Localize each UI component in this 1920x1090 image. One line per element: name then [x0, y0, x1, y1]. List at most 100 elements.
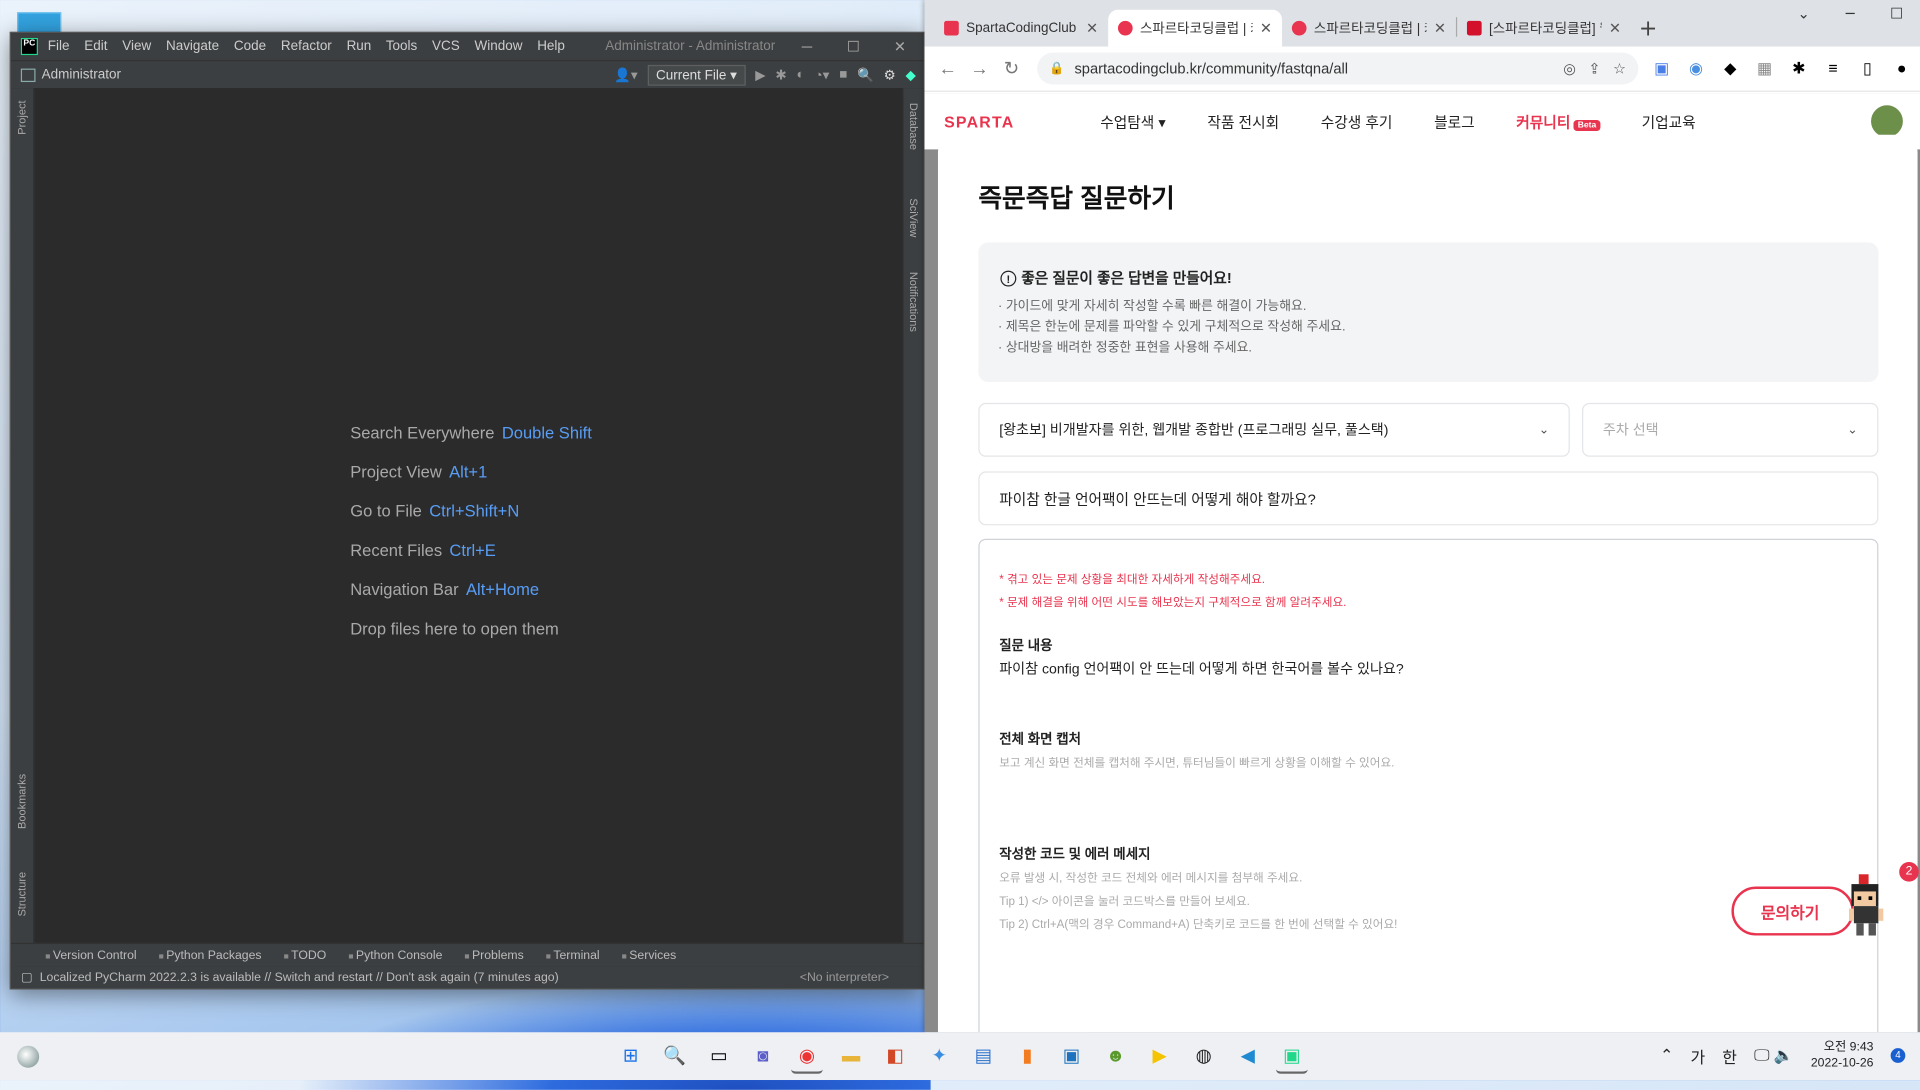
app-blue-icon[interactable]: ✦ [923, 1040, 955, 1072]
menu-run[interactable]: Run [347, 39, 372, 54]
tab-3[interactable]: 스파르타코딩클럽 | 커뮤 ✕ [1282, 10, 1456, 47]
menu-window[interactable]: Window [475, 39, 523, 54]
week-select[interactable]: 주차 선택 ⌄ [1582, 402, 1879, 457]
chevron-up-icon[interactable]: ⌃ [1660, 1046, 1673, 1066]
url-text[interactable]: spartacodingclub.kr/community/fastqna/al… [1074, 60, 1348, 77]
avatar[interactable] [1871, 105, 1903, 138]
settings-gear-icon[interactable]: ⚙ [884, 67, 896, 83]
nav-showcase[interactable]: 작품 전시회 [1207, 111, 1279, 132]
tool-services[interactable]: Services [622, 948, 676, 961]
vscode-icon[interactable]: ◀ [1232, 1040, 1264, 1072]
menu-code[interactable]: Code [234, 39, 266, 54]
tab-search-icon[interactable]: ⌄ [1780, 5, 1827, 22]
menu-navigate[interactable]: Navigate [166, 39, 219, 54]
ime-mode[interactable]: 가 [1690, 1044, 1705, 1067]
editor-area[interactable]: Project Bookmarks Structure Database Sci… [11, 88, 924, 945]
pycharm-icon[interactable]: ▣ [1275, 1040, 1308, 1074]
menu-view[interactable]: View [122, 39, 151, 54]
tool-python-console[interactable]: Python Console [348, 948, 442, 961]
app-kakao-icon[interactable]: ▣ [1056, 1040, 1088, 1072]
bookmark-star-icon[interactable]: ☆ [1613, 60, 1626, 77]
tool-python-packages[interactable]: Python Packages [159, 948, 261, 961]
tool-database[interactable]: Database [907, 103, 919, 150]
windows-start-icon[interactable]: ⊞ [615, 1040, 647, 1072]
tool-bookmarks[interactable]: Bookmarks [16, 774, 28, 829]
obs-icon[interactable]: ◍ [1188, 1040, 1220, 1072]
teams-chat-icon[interactable]: ◙ [747, 1040, 779, 1072]
ask-button[interactable]: 문의하기 [1731, 886, 1854, 936]
debug-icon[interactable]: ✱ [775, 67, 786, 83]
tab-close-icon[interactable]: ✕ [1609, 20, 1621, 37]
menu-help[interactable]: Help [537, 39, 565, 54]
tab-close-icon[interactable]: ✕ [1260, 20, 1272, 37]
menu-refactor[interactable]: Refactor [281, 39, 332, 54]
tool-problems[interactable]: Problems [464, 948, 524, 961]
course-select[interactable]: [왕초보] 비개발자를 위한, 웹개발 종합반 (프로그래밍 실무, 풀스택) ⌄ [978, 402, 1570, 457]
interpreter-status[interactable]: <No interpreter> [800, 970, 889, 983]
maximize-icon[interactable]: ☐ [830, 38, 877, 55]
nav-community[interactable]: 커뮤니티 Beta [1516, 111, 1600, 132]
project-name[interactable]: Administrator [42, 67, 121, 82]
coverage-icon[interactable]: ◐ [796, 67, 804, 82]
run-config-select[interactable]: Current File ▾ [647, 64, 746, 86]
tool-terminal[interactable]: Terminal [546, 948, 599, 961]
nav-reviews[interactable]: 수강생 후기 [1321, 111, 1393, 132]
app-orange-icon[interactable]: ▮ [1011, 1040, 1043, 1072]
question-title-input[interactable]: 파이참 한글 언어팩이 안뜨는데 어떻게 해야 할까요? [978, 471, 1879, 526]
file-explorer-icon[interactable]: ▬ [835, 1040, 867, 1072]
jetbrains-icon[interactable]: ◆ [906, 67, 916, 83]
reading-list-icon[interactable]: ≡ [1822, 59, 1844, 79]
tab-close-icon[interactable]: ✕ [1434, 20, 1446, 37]
question-editor[interactable]: * 겪고 있는 문제 상황을 최대한 자세하게 작성해주세요. * 문제 해결을… [978, 538, 1879, 1033]
notification-count[interactable]: 4 [1890, 1048, 1906, 1063]
chrome-icon[interactable]: ◉ [791, 1040, 823, 1074]
back-icon[interactable]: ← [932, 58, 964, 79]
task-view-icon[interactable]: ▭ [703, 1040, 735, 1072]
tab-2[interactable]: 스파르타코딩클럽 | 커뮤 ✕ [1108, 9, 1283, 47]
tab-1[interactable]: SpartaCodingClub ✕ [934, 10, 1108, 47]
menu-vcs[interactable]: VCS [432, 39, 460, 54]
profile-icon[interactable]: ◔▾ [814, 67, 829, 83]
powerpoint-icon[interactable]: ◧ [879, 1040, 911, 1072]
rtan-mascot-icon[interactable] [1842, 872, 1891, 941]
user-icon[interactable]: 👤▾ [614, 67, 638, 83]
maximize-icon[interactable]: ☐ [1873, 5, 1920, 22]
tool-notifications[interactable]: Notifications [907, 272, 919, 332]
ime-lang[interactable]: 한 [1722, 1044, 1737, 1067]
address-bar[interactable]: 🔒 spartacodingclub.kr/community/fastqna/… [1037, 52, 1639, 85]
tool-project[interactable]: Project [16, 100, 28, 134]
nav-blog[interactable]: 블로그 [1434, 111, 1475, 132]
clock[interactable]: 오전 9:43 2022-10-26 [1811, 1040, 1874, 1072]
network-volume-icon[interactable]: 🖵 🔈 [1754, 1046, 1794, 1066]
tab-close-icon[interactable]: ✕ [1086, 20, 1098, 37]
search-icon[interactable]: 🔍 [857, 67, 874, 83]
eye-off-icon[interactable]: ◎ [1563, 60, 1576, 77]
app-frog-icon[interactable]: ☻ [1100, 1040, 1132, 1072]
sparta-logo[interactable]: SPARTA [944, 112, 1014, 130]
extensions-puzzle-icon[interactable]: ✱ [1788, 59, 1810, 79]
status-message[interactable]: Localized PyCharm 2022.2.3 is available … [40, 970, 559, 983]
extension-dark-icon[interactable]: ◆ [1719, 59, 1741, 79]
tool-structure[interactable]: Structure [16, 872, 28, 917]
potplayer-icon[interactable]: ▶ [1144, 1040, 1176, 1072]
side-panel-icon[interactable]: ▯ [1856, 59, 1878, 79]
stop-icon[interactable]: ■ [839, 67, 847, 82]
minimize-icon[interactable]: ─ [1827, 5, 1874, 22]
notepad-icon[interactable]: ▤ [967, 1040, 999, 1072]
run-icon[interactable]: ▶ [755, 67, 765, 83]
tool-todo[interactable]: TODO [284, 948, 326, 961]
new-tab-icon[interactable]: + [1631, 15, 1665, 41]
menu-edit[interactable]: Edit [84, 39, 107, 54]
close-icon[interactable]: ✕ [877, 38, 924, 55]
widgets-icon[interactable] [17, 1045, 40, 1068]
forward-icon[interactable]: → [964, 58, 996, 79]
profile-avatar-icon[interactable]: ● [1891, 59, 1913, 79]
search-icon[interactable]: 🔍 [659, 1040, 691, 1072]
pycharm-window[interactable]: PC File Edit View Navigate Code Refactor… [9, 31, 925, 990]
share-icon[interactable]: ⇪ [1588, 60, 1600, 77]
translate-icon[interactable]: ▣ [1651, 59, 1673, 79]
lock-icon[interactable]: 🔒 [1049, 62, 1064, 75]
reload-icon[interactable]: ↻ [996, 58, 1028, 80]
tab-4[interactable]: [스파르타코딩클럽] 웹 ✕ [1457, 10, 1631, 47]
nav-courses[interactable]: 수업탐색 ▾ [1100, 111, 1166, 132]
